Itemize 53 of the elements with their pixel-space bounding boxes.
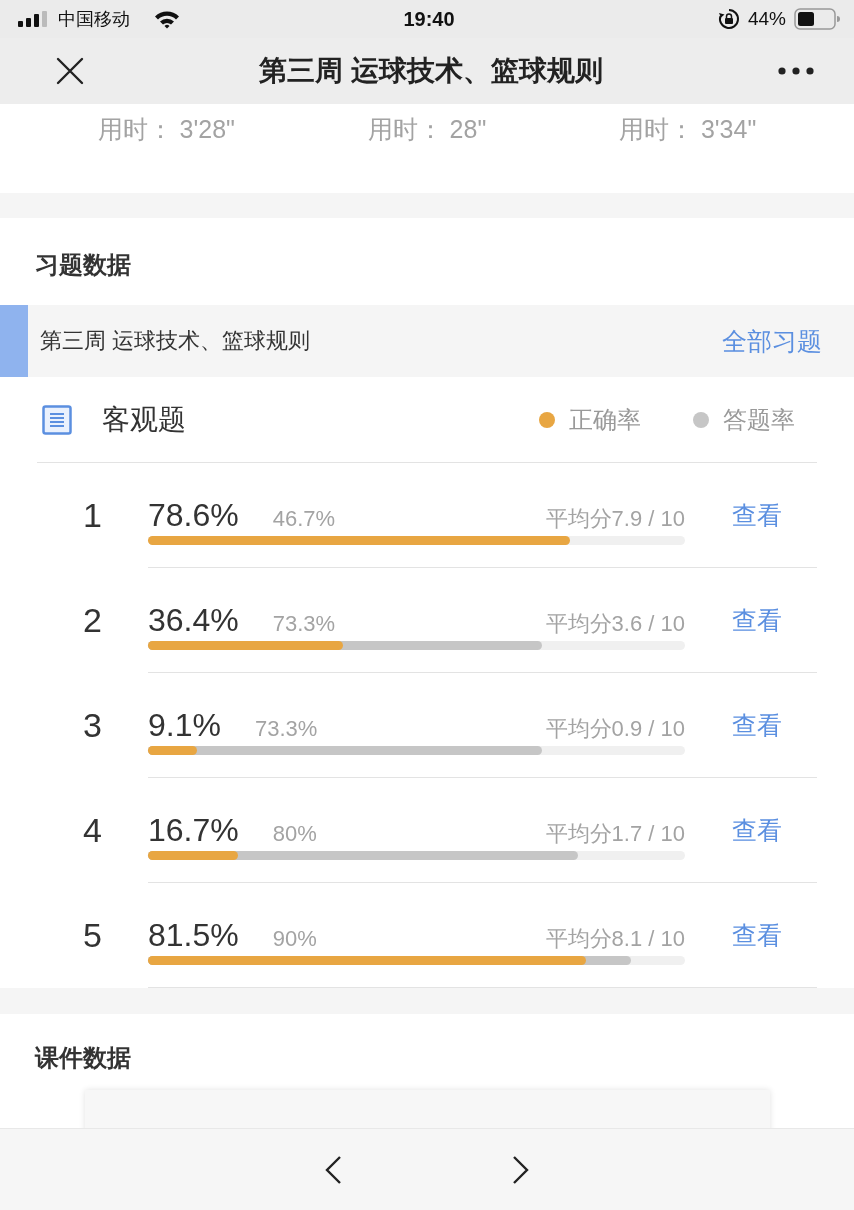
chapter-title: 第三周 运球技术、篮球规则: [40, 327, 311, 355]
legend-label: 答题率: [723, 404, 795, 435]
view-link[interactable]: 查看: [732, 705, 782, 745]
view-link[interactable]: 查看: [732, 915, 782, 955]
section-heading: 课件数据: [35, 1043, 131, 1073]
view-link[interactable]: 查看: [732, 600, 782, 640]
more-icon: [778, 67, 814, 75]
average-score: 平均分8.1 / 10: [545, 925, 685, 953]
correct-rate: 9.1%: [148, 706, 221, 745]
time-spent: 用时： 3'28": [97, 114, 235, 145]
close-icon: [56, 57, 84, 85]
back-button[interactable]: [324, 1154, 342, 1185]
rotation-lock-icon: [717, 8, 740, 30]
legend-label: 正确率: [569, 404, 641, 435]
average-score: 平均分1.7 / 10: [545, 820, 685, 848]
question-number: 3: [83, 705, 102, 745]
time-spent: 用时： 28": [367, 114, 487, 145]
chapter-accent-bar: [0, 305, 28, 377]
chevron-left-icon: [324, 1154, 342, 1185]
correct-rate: 36.4%: [148, 601, 239, 640]
carrier-name: 中国移动: [58, 8, 130, 31]
question-number: 5: [83, 915, 102, 955]
clock-time: 19:40: [403, 7, 455, 31]
time-spent: 用时： 3'34": [619, 114, 757, 145]
view-link[interactable]: 查看: [732, 810, 782, 850]
section-heading: 习题数据: [35, 250, 131, 280]
wifi-icon: [154, 9, 180, 29]
close-button[interactable]: [56, 57, 84, 85]
battery-icon: [794, 8, 840, 30]
answer-rate: 80%: [272, 821, 317, 847]
average-score: 平均分0.9 / 10: [545, 715, 685, 743]
correct-rate: 81.5%: [148, 916, 239, 955]
question-number: 4: [83, 810, 102, 850]
page-title: 第三周 运球技术、篮球规则: [258, 54, 604, 88]
all-exercises-link[interactable]: 全部习题: [722, 324, 822, 358]
average-score: 平均分7.9 / 10: [545, 505, 685, 533]
signal-icon: [18, 11, 50, 27]
correct-rate: 16.7%: [148, 811, 239, 850]
question-type-title: 客观题: [102, 402, 186, 437]
document-icon: [42, 404, 72, 435]
answer-rate: 73.3%: [254, 716, 318, 742]
answer-rate: 90%: [272, 926, 317, 952]
question-number: 2: [83, 600, 102, 640]
average-score: 平均分3.6 / 10: [545, 610, 685, 638]
more-button[interactable]: [778, 67, 814, 75]
correct-rate: 78.6%: [148, 496, 239, 535]
answer-rate: 73.3%: [272, 611, 336, 637]
chevron-right-icon: [512, 1154, 530, 1185]
question-number: 1: [83, 495, 102, 535]
forward-button[interactable]: [512, 1154, 530, 1185]
view-link[interactable]: 查看: [732, 495, 782, 535]
battery-percentage: 44%: [747, 8, 786, 30]
answer-rate: 46.7%: [272, 506, 336, 532]
